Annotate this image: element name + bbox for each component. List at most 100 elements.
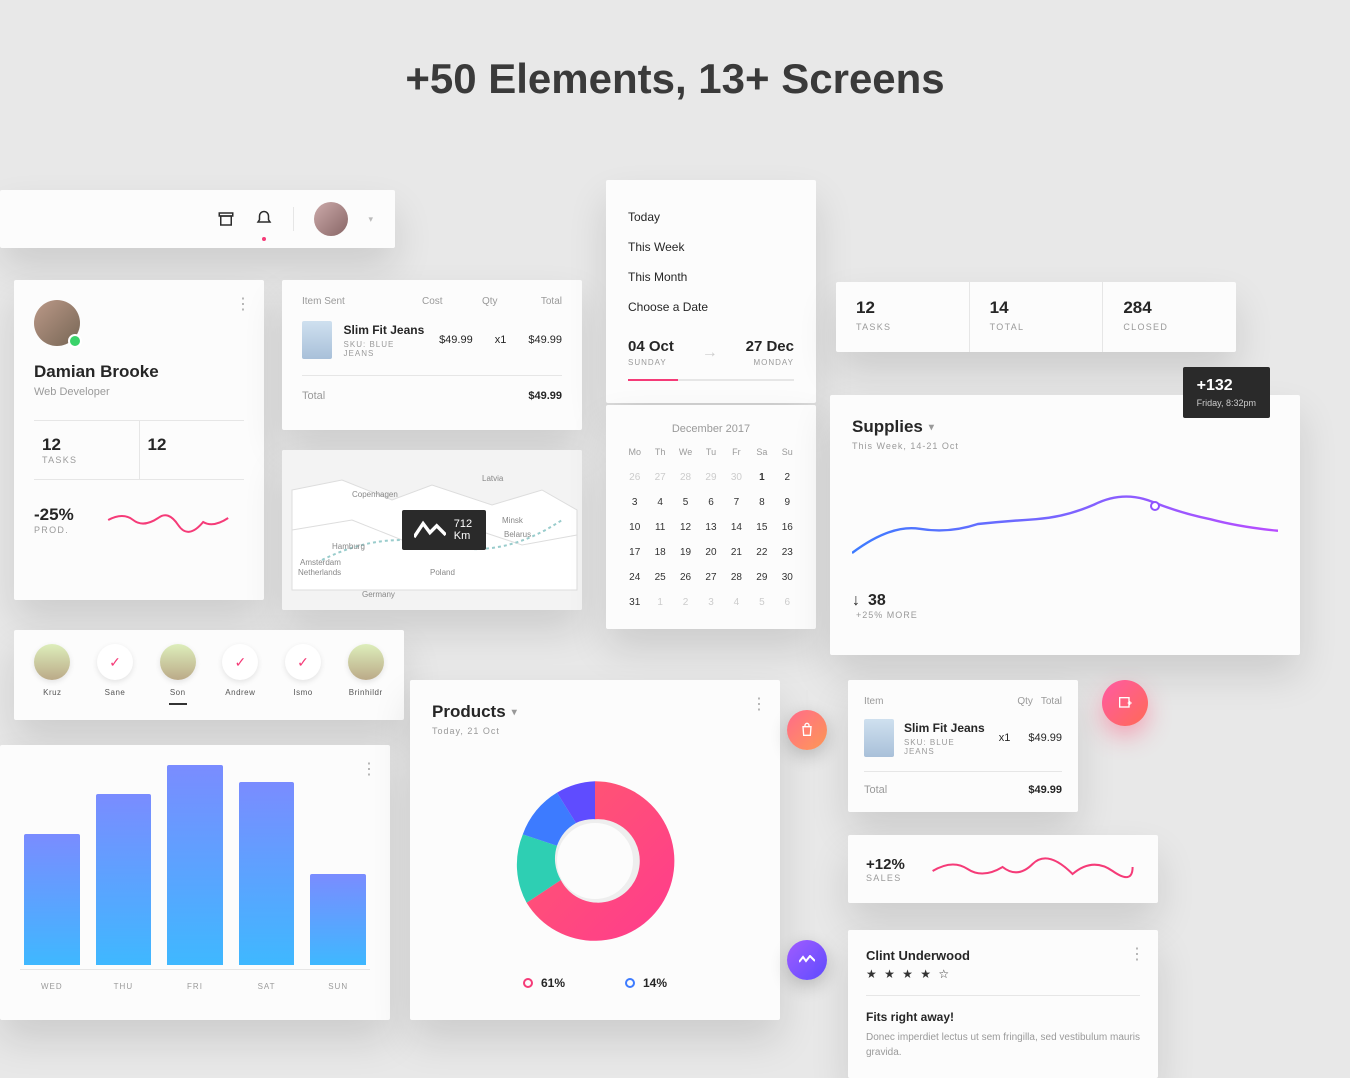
cal-day[interactable]: 29	[700, 469, 721, 486]
total-label: Total	[302, 390, 325, 402]
cal-day[interactable]: 21	[726, 544, 747, 561]
cal-day[interactable]: 8	[751, 494, 772, 511]
cal-day[interactable]: 26	[675, 569, 696, 586]
more-icon[interactable]: ⋮	[361, 759, 376, 779]
cal-day[interactable]: 3	[624, 494, 645, 511]
date-from[interactable]: 04 Oct SUNDAY	[628, 338, 674, 367]
person-name: Kruz	[24, 688, 81, 697]
archive-icon[interactable]	[217, 210, 235, 228]
cal-day[interactable]: 1	[751, 469, 772, 486]
date-option-today[interactable]: Today	[628, 202, 794, 232]
chevron-down-icon[interactable]: ▾	[368, 214, 373, 225]
bell-icon[interactable]	[255, 210, 273, 228]
bar-label: WED	[24, 982, 80, 991]
person-avatar	[348, 644, 384, 680]
person[interactable]: ✓Ismo	[275, 644, 332, 706]
line-total: $49.99	[528, 334, 562, 346]
map-label: Belarus	[504, 530, 531, 539]
cal-day[interactable]: 18	[649, 544, 670, 561]
calendar-month: December 2017	[624, 423, 798, 435]
calendar: December 2017 MoThWeTuFrSaSu262728293012…	[606, 405, 816, 629]
sales-sparkline	[925, 849, 1140, 889]
person[interactable]: Kruz	[24, 644, 81, 706]
products-title[interactable]: Products ▾	[432, 702, 758, 722]
prod-delta: -25% PROD.	[34, 505, 74, 535]
cal-day[interactable]: 6	[700, 494, 721, 511]
date-option-week[interactable]: This Week	[628, 232, 794, 262]
map-label: Hamburg	[332, 542, 365, 551]
timeline-bag-icon[interactable]	[787, 710, 827, 750]
check-icon: ✓	[97, 644, 133, 680]
timeline-wave-icon[interactable]	[787, 940, 827, 980]
map-label: Copenhagen	[352, 490, 398, 499]
more-icon[interactable]: ⋮	[1129, 944, 1144, 964]
cal-day[interactable]: 23	[777, 544, 798, 561]
cal-day[interactable]: 15	[751, 519, 772, 536]
legend-value: 14%	[643, 976, 667, 990]
cal-day[interactable]: 30	[777, 569, 798, 586]
cal-day[interactable]: 19	[675, 544, 696, 561]
cal-day[interactable]: 11	[649, 519, 670, 536]
people-list: Kruz ✓SaneSon✓Andrew✓Ismo Brinhildr	[14, 630, 404, 720]
qty-value: x1	[495, 334, 507, 346]
cal-day[interactable]: 27	[700, 569, 721, 586]
cal-day[interactable]: 30	[726, 469, 747, 486]
cal-day[interactable]: 7	[726, 494, 747, 511]
person[interactable]: ✓Sane	[87, 644, 144, 706]
item-card: Item Qty Total Slim Fit Jeans SKU: BLUE …	[848, 680, 1078, 812]
cal-day[interactable]: 1	[649, 594, 670, 611]
person[interactable]: Son	[149, 644, 206, 706]
total-value: $49.99	[1028, 784, 1062, 796]
cal-day[interactable]: 5	[675, 494, 696, 511]
stat-value: 12	[42, 435, 131, 455]
cal-day[interactable]: 3	[700, 594, 721, 611]
cal-day[interactable]: 25	[649, 569, 670, 586]
date-option-choose[interactable]: Choose a Date	[628, 292, 794, 322]
product-thumb	[302, 321, 332, 359]
cal-day[interactable]: 4	[726, 594, 747, 611]
cal-day[interactable]: 28	[726, 569, 747, 586]
person[interactable]: Brinhildr	[337, 644, 394, 706]
cal-day[interactable]: 12	[675, 519, 696, 536]
cal-day[interactable]: 20	[700, 544, 721, 561]
more-icon[interactable]: ⋮	[751, 694, 766, 714]
profile-avatar[interactable]	[34, 300, 80, 346]
kpi-tasks: 12 TASKS	[836, 282, 969, 352]
cal-day[interactable]: 22	[751, 544, 772, 561]
cal-day[interactable]: 5	[751, 594, 772, 611]
distance-value: 712 Km	[454, 518, 474, 542]
cal-day[interactable]: 27	[649, 469, 670, 486]
more-icon[interactable]: ⋮	[235, 294, 250, 314]
product-name: Slim Fit Jeans	[344, 323, 428, 337]
cal-day[interactable]: 13	[700, 519, 721, 536]
supplies-subtitle: This Week, 14-21 Oct	[852, 441, 1278, 451]
date-to[interactable]: 27 Dec MONDAY	[746, 338, 794, 367]
cal-day[interactable]: 26	[624, 469, 645, 486]
cal-day[interactable]: 29	[751, 569, 772, 586]
cal-day[interactable]: 9	[777, 494, 798, 511]
cal-day[interactable]: 17	[624, 544, 645, 561]
add-to-cart-fab[interactable]	[1102, 680, 1148, 726]
cal-day[interactable]: 2	[777, 469, 798, 486]
cal-dow: Tu	[700, 447, 721, 457]
product-thumb	[864, 719, 894, 757]
map-card[interactable]: Latvia Copenhagen Minsk Belarus Hamburg …	[282, 450, 582, 610]
cal-day[interactable]: 31	[624, 594, 645, 611]
cal-day[interactable]: 2	[675, 594, 696, 611]
cal-day[interactable]: 28	[675, 469, 696, 486]
cal-day[interactable]: 16	[777, 519, 798, 536]
cal-day[interactable]: 4	[649, 494, 670, 511]
person-name: Brinhildr	[337, 688, 394, 697]
bar	[310, 874, 366, 965]
callout-value: +132	[1197, 377, 1256, 395]
person[interactable]: ✓Andrew	[212, 644, 269, 706]
date-option-month[interactable]: This Month	[628, 262, 794, 292]
cal-day[interactable]: 24	[624, 569, 645, 586]
kpi-label: TOTAL	[990, 322, 1083, 332]
product-sku: SKU: BLUE JEANS	[344, 340, 428, 358]
cal-day[interactable]: 10	[624, 519, 645, 536]
cal-day[interactable]: 14	[726, 519, 747, 536]
bar-label: SAT	[239, 982, 295, 991]
cal-day[interactable]: 6	[777, 594, 798, 611]
user-avatar[interactable]	[314, 202, 348, 236]
